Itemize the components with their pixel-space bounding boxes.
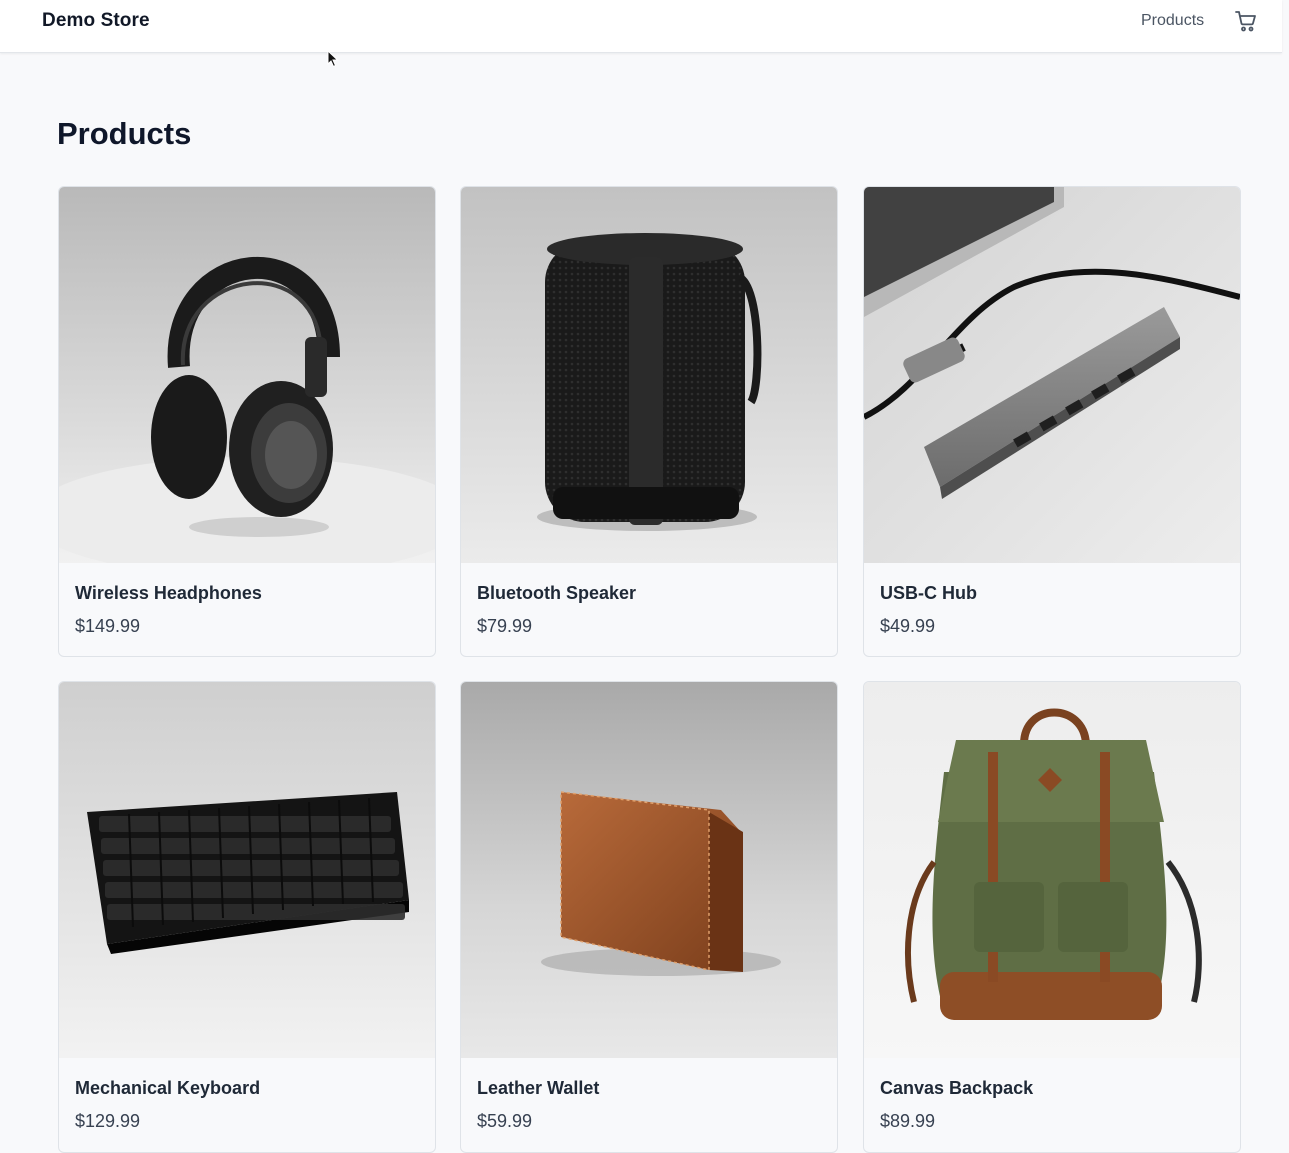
product-image-speaker — [461, 187, 837, 563]
nav-link-products[interactable]: Products — [1141, 12, 1204, 30]
product-image-usb-hub — [864, 187, 1240, 563]
product-card[interactable]: Wireless Headphones $149.99 — [58, 186, 436, 657]
cart-icon[interactable] — [1234, 9, 1258, 33]
product-image-keyboard — [59, 682, 435, 1058]
product-name[interactable]: USB-C Hub — [880, 583, 977, 604]
product-price: $89.99 — [880, 1111, 936, 1131]
product-price: $59.99 — [477, 1111, 533, 1131]
product-price: $149.99 — [75, 616, 141, 636]
product-card[interactable]: Mechanical Keyboard $129.99 — [58, 681, 436, 1153]
product-card[interactable]: Canvas Backpack $89.99 — [863, 681, 1241, 1153]
product-card[interactable]: Bluetooth Speaker $79.99 — [460, 186, 838, 657]
page-title: Products — [57, 116, 192, 151]
mouse-pointer-icon — [327, 50, 339, 68]
brand-logo-text[interactable]: Demo Store — [42, 10, 150, 32]
product-name[interactable]: Bluetooth Speaker — [477, 583, 636, 604]
product-price: $129.99 — [75, 1111, 141, 1131]
product-image-headphones — [59, 187, 435, 563]
product-name[interactable]: Canvas Backpack — [880, 1078, 1033, 1099]
product-image-backpack — [864, 682, 1240, 1058]
product-name[interactable]: Leather Wallet — [477, 1078, 599, 1099]
product-card[interactable]: USB-C Hub $49.99 — [863, 186, 1241, 657]
product-name[interactable]: Wireless Headphones — [75, 583, 262, 604]
product-card[interactable]: Leather Wallet $59.99 — [460, 681, 838, 1153]
product-price: $49.99 — [880, 616, 936, 636]
product-image-wallet — [461, 682, 837, 1058]
product-price: $79.99 — [477, 616, 533, 636]
product-name[interactable]: Mechanical Keyboard — [75, 1078, 260, 1099]
top-navbar: Demo Store Products — [0, 0, 1282, 53]
